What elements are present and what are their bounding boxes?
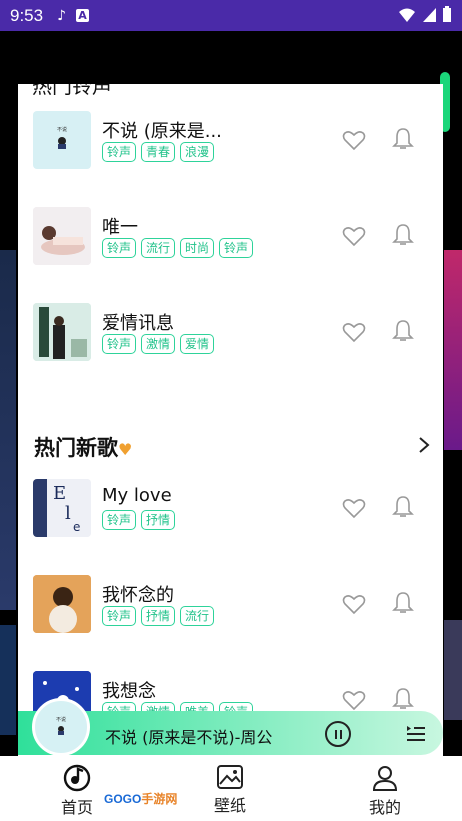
list-item[interactable]: 不说 不说 (原来是... 铃声 青春 浪漫 <box>32 111 432 173</box>
song-title: My love <box>102 485 172 506</box>
music-disc-icon <box>63 764 91 792</box>
song-tags: 铃声 抒情 流行 <box>102 606 215 626</box>
tag[interactable]: 抒情 <box>141 606 176 626</box>
watermark-logo: GOGO手游网 <box>104 792 178 806</box>
status-time: 9:53 <box>10 5 44 25</box>
tab-wallpaper[interactable]: 壁纸 <box>200 764 260 820</box>
tag[interactable]: 抒情 <box>141 510 176 530</box>
song-title: 我怀念的 <box>102 585 174 606</box>
tag[interactable]: 激情 <box>141 334 176 354</box>
tab-label-wallpaper: 壁纸 <box>213 796 246 815</box>
tag[interactable]: 铃声 <box>219 238 254 258</box>
section-title-text: 热门新歌 <box>34 436 118 460</box>
favorite-heart-icon[interactable] <box>342 497 366 519</box>
background-card-left-2 <box>0 625 16 735</box>
wifi-icon <box>399 8 415 22</box>
song-tags: 铃声 流行 时尚 铃声 <box>102 238 254 258</box>
tag[interactable]: 青春 <box>141 142 176 162</box>
song-title: 我想念 <box>102 681 156 702</box>
tab-label-home: 首页 <box>60 798 93 817</box>
list-item[interactable]: 爱情讯息 铃声 激情 爱情 <box>32 303 432 365</box>
song-tags: 铃声 抒情 <box>102 510 176 530</box>
tag[interactable]: 时尚 <box>180 238 215 258</box>
set-ringtone-bell-icon[interactable] <box>392 223 414 247</box>
favorite-heart-icon[interactable] <box>342 225 366 247</box>
favorite-heart-icon[interactable] <box>342 129 366 151</box>
tag[interactable]: 铃声 <box>102 606 137 626</box>
song-tags: 铃声 青春 浪漫 <box>102 142 215 162</box>
pause-button[interactable] <box>325 721 351 747</box>
status-icons <box>398 6 452 23</box>
tab-mine[interactable]: 我的 <box>355 764 415 820</box>
background-card-right-2 <box>444 620 462 720</box>
tag[interactable]: 流行 <box>141 238 176 258</box>
tab-home[interactable]: 首页 <box>47 764 107 820</box>
album-cover: 不说 <box>33 111 91 169</box>
album-cover <box>33 575 91 633</box>
set-ringtone-bell-icon[interactable] <box>392 591 414 615</box>
song-title: 爱情讯息 <box>102 313 174 334</box>
battery-icon <box>443 6 451 22</box>
svg-text:e: e <box>73 520 80 534</box>
section-title-new-songs: 热门新歌♥ <box>34 432 132 462</box>
user-icon <box>372 766 398 791</box>
favorite-heart-icon[interactable] <box>342 321 366 343</box>
song-list-sheet: 热门铃声 不说 不说 (原来是... 铃声 青春 浪漫 唯一 铃声 流行 时尚 … <box>18 84 443 764</box>
tag[interactable]: 浪漫 <box>180 142 215 162</box>
svg-text:不说: 不说 <box>57 126 67 133</box>
svg-text:E: E <box>53 483 66 504</box>
favorite-heart-icon[interactable] <box>342 593 366 615</box>
tag[interactable]: 铃声 <box>102 334 137 354</box>
song-tags: 铃声 激情 爱情 <box>102 334 215 354</box>
song-title: 不说 (原来是... <box>102 121 222 142</box>
tag[interactable]: 爱情 <box>180 334 215 354</box>
tab-label-mine: 我的 <box>368 798 401 817</box>
song-title: 唯一 <box>102 217 138 238</box>
section-title-hot-ringtones: 热门铃声 <box>32 84 112 98</box>
album-cover: Ele <box>33 479 91 537</box>
player-album-cover[interactable]: 不说 <box>32 698 90 756</box>
background-card-right <box>444 250 462 450</box>
notification-a-icon: A <box>76 9 90 22</box>
tag[interactable]: 铃声 <box>102 510 137 530</box>
background-card-left <box>0 250 16 610</box>
heart-icon: ♥ <box>118 440 133 459</box>
bottom-tab-bar: 首页 壁纸 我的 <box>0 756 462 821</box>
list-item[interactable]: Ele My love 铃声 抒情 <box>32 479 432 541</box>
sheet-handle <box>18 92 30 126</box>
set-ringtone-bell-icon[interactable] <box>392 687 414 711</box>
set-ringtone-bell-icon[interactable] <box>392 319 414 343</box>
list-item[interactable]: 我怀念的 铃声 抒情 流行 <box>32 575 432 637</box>
tag[interactable]: 流行 <box>180 606 215 626</box>
favorite-heart-icon[interactable] <box>342 689 366 711</box>
svg-text:l: l <box>65 503 71 524</box>
chevron-right-icon[interactable] <box>417 436 431 454</box>
status-bar: 9:53 ♪ A <box>0 0 462 31</box>
tag[interactable]: 铃声 <box>102 238 137 258</box>
player-song-title: 不说 (原来是不说)-周公 <box>105 728 273 747</box>
set-ringtone-bell-icon[interactable] <box>392 495 414 519</box>
tiktok-icon: ♪ <box>57 7 67 24</box>
signal-icon <box>423 7 436 22</box>
list-item[interactable]: 唯一 铃声 流行 时尚 铃声 <box>32 207 432 269</box>
album-cover <box>33 207 91 265</box>
playlist-icon[interactable] <box>405 722 427 744</box>
svg-text:不说: 不说 <box>56 716 66 723</box>
image-icon <box>217 765 243 789</box>
tag[interactable]: 铃声 <box>102 142 137 162</box>
album-cover <box>33 303 91 361</box>
set-ringtone-bell-icon[interactable] <box>392 127 414 151</box>
